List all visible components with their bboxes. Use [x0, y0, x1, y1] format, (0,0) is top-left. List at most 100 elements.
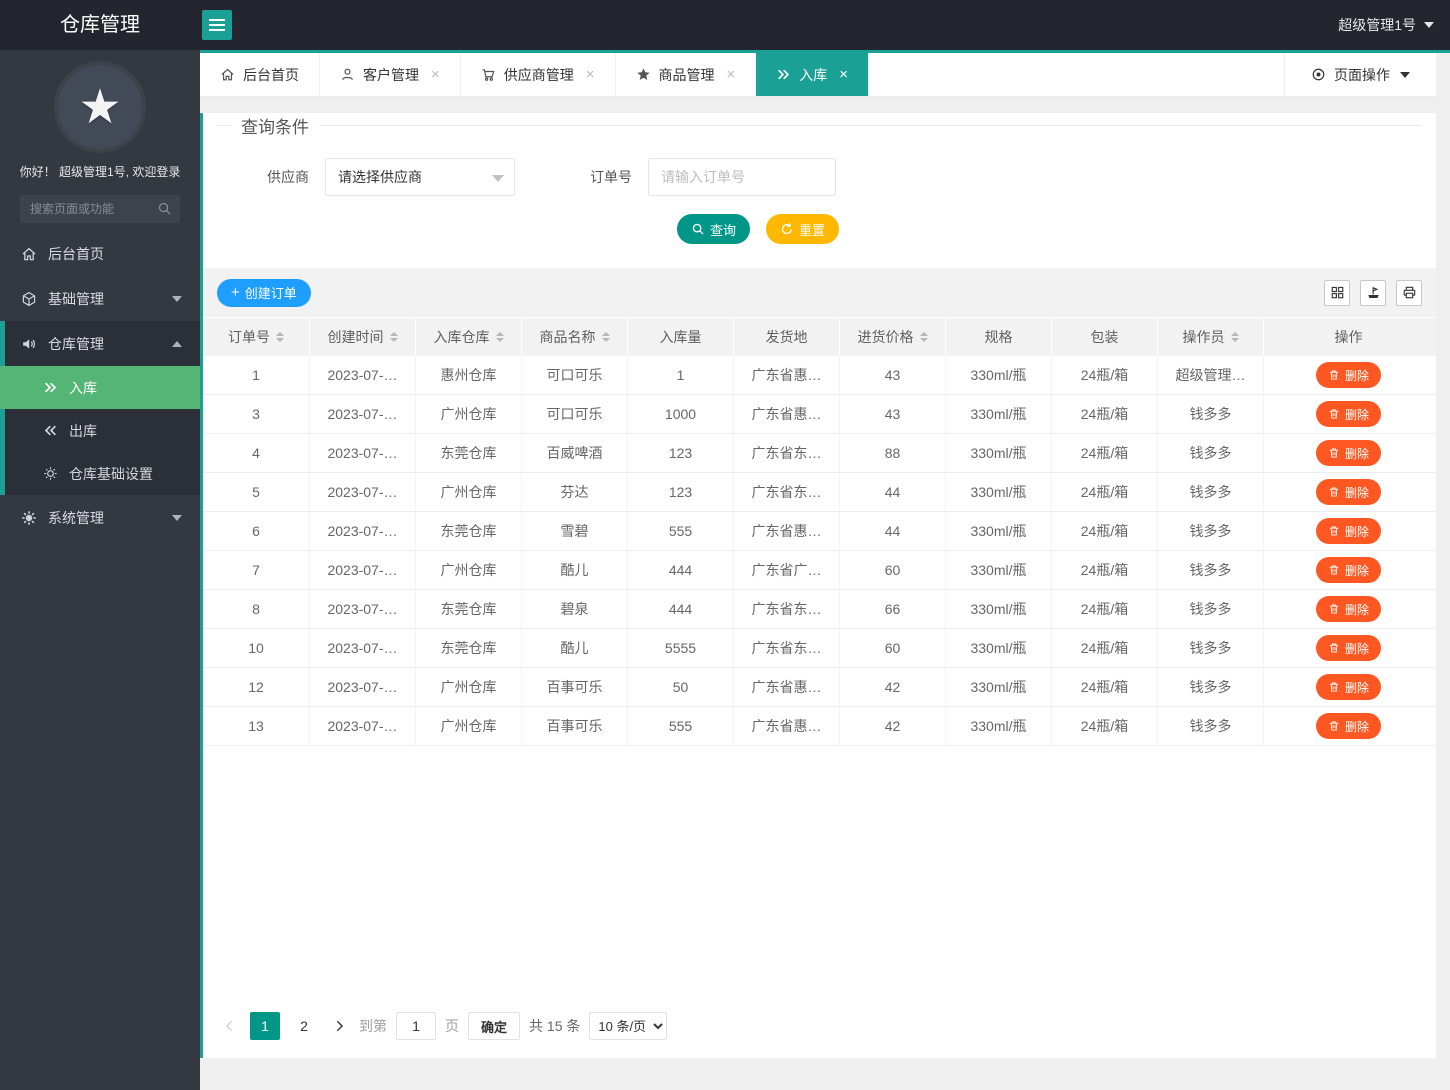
tab-label: 客户管理: [363, 66, 419, 83]
goto-page-input[interactable]: [396, 1012, 436, 1040]
delete-button[interactable]: 删除: [1315, 518, 1381, 544]
page-operations-menu[interactable]: 页面操作: [1284, 53, 1436, 96]
star-avatar-icon: ★: [78, 81, 122, 134]
column-label: 商品名称: [539, 329, 596, 345]
sidebar-item-warehouse-settings[interactable]: 仓库基础设置: [0, 452, 200, 495]
sidebar-item-warehouse-mgmt[interactable]: 仓库管理: [0, 321, 200, 366]
sort-icon[interactable]: [276, 332, 284, 342]
table-cell: 66: [840, 590, 946, 628]
sidebar-item-outbound[interactable]: 出库: [0, 409, 200, 452]
table-cell: 555: [628, 512, 734, 550]
table-cell: 2023-07-…: [310, 395, 416, 433]
column-header[interactable]: 进货价格: [840, 318, 946, 356]
tab-customers[interactable]: 客户管理 ×: [320, 53, 461, 96]
tab-suppliers[interactable]: 供应商管理 ×: [461, 53, 616, 96]
table-cell: 钱多多: [1158, 668, 1264, 706]
column-header[interactable]: 订单号: [203, 318, 310, 356]
table-cell-actions: 删除: [1264, 434, 1433, 472]
delete-button[interactable]: 删除: [1315, 401, 1381, 427]
export-button[interactable]: [1360, 279, 1386, 306]
table-cell: 44: [840, 473, 946, 511]
tab-label: 商品管理: [658, 66, 715, 83]
table-cell: 广东省惠…: [734, 707, 840, 745]
search-input[interactable]: [20, 195, 180, 223]
sidebar-item-dashboard[interactable]: 后台首页: [0, 231, 200, 276]
table-cell: 东莞仓库: [416, 512, 522, 550]
hamburger-button[interactable]: [202, 10, 232, 40]
column-label: 订单号: [228, 329, 270, 345]
reset-button[interactable]: 重置: [766, 214, 840, 244]
page-number-button[interactable]: 2: [289, 1012, 319, 1040]
table-cell: 2023-07-…: [310, 707, 416, 745]
table-cell: 44: [840, 512, 946, 550]
prev-page-button[interactable]: [219, 1012, 241, 1040]
sort-icon[interactable]: [495, 332, 504, 342]
supplier-select-value: 请选择供应商: [338, 169, 422, 185]
avatar: ★: [58, 65, 142, 149]
cols-grid-icon: [1330, 285, 1345, 300]
print-button[interactable]: [1396, 279, 1422, 306]
sort-icon[interactable]: [1230, 332, 1239, 342]
table-cell: 碧泉: [522, 590, 628, 628]
table-cell: 东莞仓库: [416, 434, 522, 472]
column-header: 包装: [1052, 318, 1158, 356]
delete-button[interactable]: 删除: [1315, 713, 1381, 739]
table-cell: 1: [203, 356, 310, 394]
tab-bar: 后台首页 客户管理 × 供应商管理 × 商品管理 × 入库 × 页面操作: [200, 53, 1436, 97]
table-cell: 2023-07-…: [310, 473, 416, 511]
close-icon[interactable]: ×: [586, 66, 595, 83]
sidebar-item-inbound[interactable]: 入库: [0, 366, 200, 409]
close-icon[interactable]: ×: [431, 66, 440, 83]
column-header[interactable]: 商品名称: [522, 318, 628, 356]
table-cell: 广州仓库: [416, 395, 522, 433]
tab-products[interactable]: 商品管理 ×: [616, 53, 757, 96]
sidebar-item-label: 仓库管理: [48, 335, 104, 352]
table-row: 8 2023-07-… 东莞仓库 碧泉 444 广东省东… 66 330ml/瓶 24瓶/箱 钱多…: [203, 590, 1436, 629]
column-header[interactable]: 操作员: [1158, 318, 1264, 356]
sidebar-item-basic-mgmt[interactable]: 基础管理: [0, 276, 200, 321]
column-header[interactable]: 创建时间: [310, 318, 416, 356]
printer-icon: [1402, 285, 1417, 300]
delete-button[interactable]: 删除: [1315, 479, 1381, 505]
home-icon: [220, 67, 235, 82]
trash-icon: [1328, 369, 1340, 381]
search-button[interactable]: 查询: [677, 214, 751, 244]
delete-button[interactable]: 删除: [1315, 596, 1381, 622]
tab-dashboard[interactable]: 后台首页: [200, 53, 320, 96]
column-label: 包装: [1090, 329, 1119, 345]
order-no-input[interactable]: [648, 158, 836, 196]
create-order-button[interactable]: + 创建订单: [217, 278, 311, 307]
user-menu[interactable]: 超级管理1号: [1338, 0, 1434, 50]
table-cell: 2023-07-…: [310, 629, 416, 667]
goto-confirm-button[interactable]: 确定: [468, 1012, 521, 1040]
delete-button[interactable]: 删除: [1315, 557, 1381, 583]
sidebar-item-system-mgmt[interactable]: 系统管理: [0, 495, 200, 540]
next-page-button[interactable]: [328, 1012, 350, 1040]
sort-icon[interactable]: [919, 332, 928, 342]
delete-button[interactable]: 删除: [1315, 440, 1381, 466]
sidebar-item-label: 出库: [69, 422, 97, 439]
close-icon[interactable]: ×: [839, 66, 848, 83]
sort-icon[interactable]: [601, 332, 610, 342]
tab-inbound[interactable]: 入库 ×: [756, 53, 870, 96]
gear-icon: [42, 466, 59, 481]
supplier-select[interactable]: 请选择供应商: [325, 158, 515, 196]
table-row: 10 2023-07-… 东莞仓库 酷儿 5555 广东省东… 60 330ml/瓶 24瓶/箱…: [203, 629, 1436, 668]
query-title: 查询条件: [241, 118, 309, 137]
search-button-label: 查询: [710, 222, 737, 238]
delete-button[interactable]: 删除: [1315, 674, 1381, 700]
table-cell: 123: [628, 473, 734, 511]
sort-icon[interactable]: [389, 332, 398, 342]
delete-button[interactable]: 删除: [1315, 635, 1381, 661]
delete-button[interactable]: 删除: [1315, 362, 1381, 388]
trash-icon: [1328, 642, 1340, 654]
table-cell: 330ml/瓶: [946, 356, 1052, 394]
columns-filter-button[interactable]: [1324, 279, 1350, 306]
page-size-select[interactable]: 10 条/页: [589, 1012, 668, 1040]
circle-dot-icon: [1311, 67, 1326, 82]
page-number-button[interactable]: 1: [250, 1012, 280, 1040]
column-header[interactable]: 入库仓库: [416, 318, 522, 356]
sidebar-group-warehouse-mgmt: 仓库管理 入库 出库 仓库基础设置: [0, 321, 200, 495]
table-row: 12 2023-07-… 广州仓库 百事可乐 50 广东省惠… 42 330ml/瓶 24瓶/箱…: [203, 668, 1436, 707]
close-icon[interactable]: ×: [727, 66, 736, 83]
